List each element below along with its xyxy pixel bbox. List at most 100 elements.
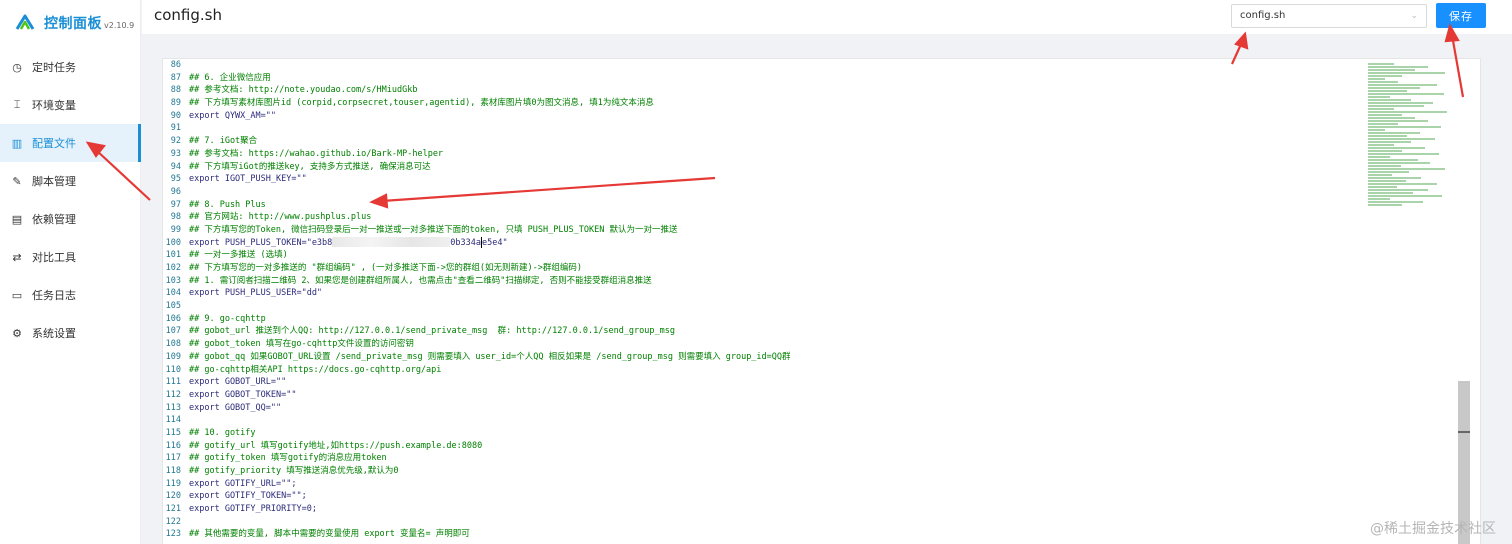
line-number: 93 <box>170 148 181 159</box>
code-text: export GOTIFY_PRIORITY=0; <box>189 504 317 515</box>
sidebar-item-2[interactable]: ⌶ 环境变量 <box>0 86 141 124</box>
code-line[interactable]: 90 export QYWX_AM="" <box>163 110 1363 123</box>
code-line[interactable]: 105 <box>163 300 1363 313</box>
code-text: ## gobot_qq 如果GOBOT_URL设置 /send_private_… <box>189 351 791 362</box>
code-line[interactable]: 94 ## 下方填写iGot的推送key, 支持多方式推送, 确保消息可达 <box>163 161 1363 174</box>
code-text: ## gobot_url 推送到个人QQ: http://127.0.0.1/s… <box>189 326 675 337</box>
code-line[interactable]: 117 ## gotify_token 填写gotify的消息应用token <box>163 452 1363 465</box>
sidebar-item-5[interactable]: ▤ 依赖管理 <box>0 200 141 238</box>
minimap-line <box>1368 69 1416 71</box>
code-line[interactable]: 86 <box>163 59 1363 72</box>
save-button[interactable]: 保存 <box>1436 3 1486 28</box>
line-number: 113 <box>165 402 181 413</box>
sidebar-item-6[interactable]: ⇄ 对比工具 <box>0 238 141 276</box>
code-line[interactable]: 103 ## 1. 需订阅者扫描二维码 2、如果您是创建群组所属人, 也需点击"查… <box>163 275 1363 288</box>
minimap-line <box>1368 162 1430 164</box>
code-text: ## go-cqhttp相关API https://docs.go-cqhttp… <box>189 364 442 375</box>
code-line[interactable]: 109 ## gobot_qq 如果GOBOT_URL设置 /send_priva… <box>163 351 1363 364</box>
minimap-line <box>1368 150 1403 152</box>
code-line[interactable]: 99 ## 下方填写您的Token, 微信扫码登录后一对一推送或一对多推送下面的t… <box>163 224 1363 237</box>
minimap-line <box>1368 165 1401 167</box>
code-line[interactable]: 100 export PUSH_PLUS_TOKEN="e3b8 0b334ae5e… <box>163 236 1363 250</box>
sidebar-item-8[interactable]: ⚙ 系统设置 <box>0 314 141 352</box>
code-line[interactable]: 122 <box>163 516 1363 529</box>
sidebar-item-1[interactable]: ◷ 定时任务 <box>0 48 141 86</box>
line-number: 90 <box>170 110 181 121</box>
app-name: 控制面板 <box>44 16 102 32</box>
code-line[interactable]: 123 ## 其他需要的变量, 脚本中需要的变量使用 export 变量名= 声明… <box>163 528 1363 541</box>
chevron-down-icon: ⌄ <box>1410 11 1418 21</box>
code-text: ## 1. 需订阅者扫描二维码 2、如果您是创建群组所属人, 也需点击"查看二维… <box>189 275 652 286</box>
code-editor[interactable]: 86 87 ## 6. 企业微信应用 88 ## 参考文档: http://note.y… <box>162 58 1481 544</box>
minimap-line <box>1368 111 1448 113</box>
code-line[interactable]: 106 ## 9. go-cqhttp <box>163 313 1363 326</box>
sidebar-item-label: 系统设置 <box>32 327 76 340</box>
diff-icon: ⇄ <box>12 250 22 264</box>
line-number: 111 <box>165 377 181 388</box>
sidebar-item-label: 环境变量 <box>32 99 76 112</box>
code-line[interactable]: 87 ## 6. 企业微信应用 <box>163 72 1363 85</box>
code-line[interactable]: 98 ## 官方网站: http://www.pushplus.plus <box>163 211 1363 224</box>
code-line[interactable]: 113 export GOBOT_QQ="" <box>163 402 1363 415</box>
code-line[interactable]: 115 ## 10. gotify <box>163 427 1363 440</box>
sidebar-item-7[interactable]: ▭ 任务日志 <box>0 276 141 314</box>
code-line[interactable]: 121 export GOTIFY_PRIORITY=0; <box>163 503 1363 516</box>
code-line[interactable]: 97 ## 8. Push Plus <box>163 199 1363 212</box>
minimap-line <box>1368 156 1390 158</box>
minimap-line <box>1368 201 1424 203</box>
code-text: ## 下方填写iGot的推送key, 支持多方式推送, 确保消息可达 <box>189 161 431 172</box>
minimap-line <box>1368 120 1429 122</box>
minimap-line <box>1368 183 1437 185</box>
code-line[interactable]: 91 <box>163 122 1363 135</box>
code-lines[interactable]: 86 87 ## 6. 企业微信应用 88 ## 参考文档: http://note.y… <box>163 59 1363 541</box>
code-line[interactable]: 111 export GOBOT_URL="" <box>163 376 1363 389</box>
code-text: ## 官方网站: http://www.pushplus.plus <box>189 212 372 223</box>
code-line[interactable]: 107 ## gobot_url 推送到个人QQ: http://127.0.0.… <box>163 325 1363 338</box>
minimap-line <box>1368 168 1446 170</box>
code-line[interactable]: 88 ## 参考文档: http://note.youdao.com/s/HMiu… <box>163 84 1363 97</box>
code-line[interactable]: 93 ## 参考文档: https://wahao.github.io/Bark-… <box>163 148 1363 161</box>
line-number: 115 <box>165 427 181 438</box>
minimap-line <box>1368 81 1399 83</box>
code-text: ## 参考文档: https://wahao.github.io/Bark-MP… <box>189 148 444 159</box>
app-logo[interactable]: 控制面板 v2.10.9 <box>14 12 134 34</box>
code-line[interactable]: 110 ## go-cqhttp相关API https://docs.go-cqh… <box>163 364 1363 377</box>
code-line[interactable]: 114 <box>163 414 1363 427</box>
minimap-line <box>1368 192 1413 194</box>
sidebar-item-3[interactable]: ▥ 配置文件 <box>0 124 141 162</box>
line-number: 110 <box>165 364 181 375</box>
sidebar-item-4[interactable]: ✎ 脚本管理 <box>0 162 141 200</box>
code-line[interactable]: 108 ## gobot_token 填写在go-cqhttp文件设置的访问密钥 <box>163 338 1363 351</box>
code-text: ## 9. go-cqhttp <box>189 313 266 324</box>
line-number: 106 <box>165 313 181 324</box>
line-number: 95 <box>170 174 181 185</box>
code-line[interactable]: 92 ## 7. iGot聚合 <box>163 135 1363 148</box>
line-number: 103 <box>165 275 181 286</box>
file-select[interactable]: config.sh ⌄ <box>1231 4 1427 28</box>
code-line[interactable]: 95 export IGOT_PUSH_KEY="" <box>163 173 1363 186</box>
code-line[interactable]: 101 ## 一对一多推送 (选填) <box>163 249 1363 262</box>
minimap-line <box>1368 78 1386 80</box>
code-line[interactable]: 116 ## gotify_url 填写gotify地址,如https://pus… <box>163 440 1363 453</box>
dependency-icon: ▤ <box>11 212 23 226</box>
code-line[interactable]: 89 ## 下方填写素材库图片id (corpid,corpsecret,tous… <box>163 97 1363 110</box>
code-text: export GOBOT_QQ="" <box>189 402 282 413</box>
code-line[interactable]: 112 export GOBOT_TOKEN="" <box>163 389 1363 402</box>
minimap-line <box>1368 108 1394 110</box>
code-line[interactable]: 104 export PUSH_PLUS_USER="dd" <box>163 287 1363 300</box>
line-number: 104 <box>165 288 181 299</box>
line-number: 120 <box>165 491 181 502</box>
code-line[interactable]: 118 ## gotify_priority 填写推送消息优先级,默认为0 <box>163 465 1363 478</box>
line-number: 116 <box>165 440 181 451</box>
code-line[interactable]: 119 export GOTIFY_URL=""; <box>163 478 1363 491</box>
code-text: ## 下方填写素材库图片id (corpid,corpsecret,touser… <box>189 98 654 109</box>
code-line[interactable]: 96 <box>163 186 1363 199</box>
minimap-line <box>1368 66 1429 68</box>
line-number: 86 <box>170 60 181 70</box>
minimap-line <box>1368 147 1425 149</box>
code-line[interactable]: 120 export GOTIFY_TOKEN=""; <box>163 490 1363 503</box>
line-number: 118 <box>165 466 181 476</box>
sidebar-item-label: 定时任务 <box>32 61 76 74</box>
code-line[interactable]: 102 ## 下方填写您的一对多推送的 "群组编码" , (一对多推送下面->您的… <box>163 262 1363 275</box>
editor-minimap[interactable] <box>1368 63 1454 263</box>
